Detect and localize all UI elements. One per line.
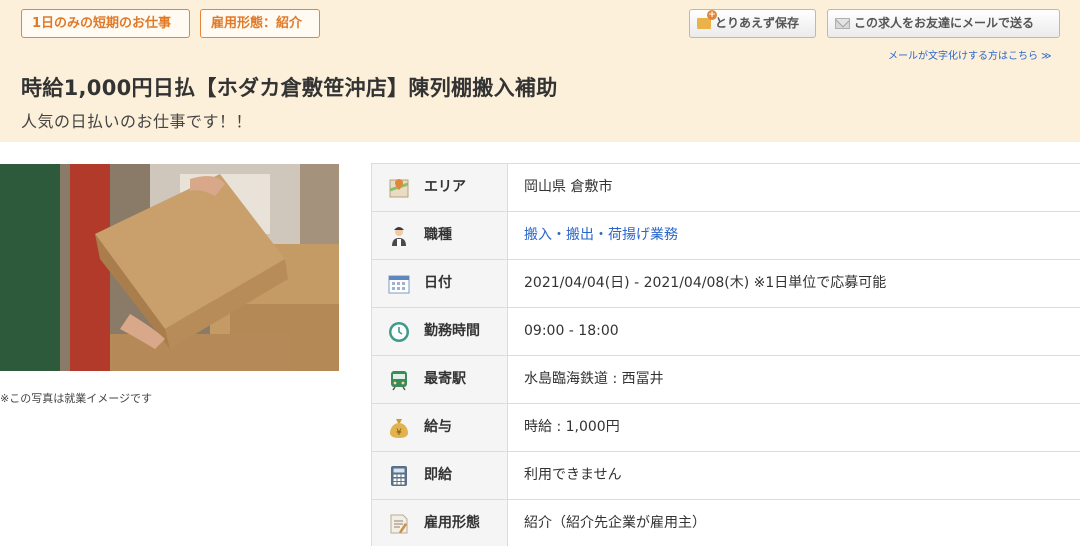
job-image	[0, 164, 339, 371]
detail-value: 水島臨海鉄道 : 西冨井	[524, 371, 664, 387]
detail-label: エリア	[424, 179, 466, 195]
detail-header-cell: 日付	[371, 260, 508, 307]
detail-header-cell: 雇用形態	[371, 500, 508, 546]
envelope-icon	[835, 18, 850, 29]
clock-icon	[389, 322, 409, 342]
contract-icon	[390, 514, 408, 534]
detail-row-station: 最寄駅 水島臨海鉄道 : 西冨井	[371, 355, 1080, 403]
detail-label: 即給	[424, 467, 452, 483]
photo-caption: ※この写真は就業イメージです	[0, 392, 152, 405]
worker-icon	[392, 227, 406, 246]
detail-value: 利用できません	[524, 467, 622, 483]
short-term-tag: 1日のみの短期のお仕事	[21, 9, 190, 38]
detail-label: 職種	[424, 227, 452, 243]
map-icon	[389, 179, 409, 198]
detail-label: 勤務時間	[424, 323, 480, 339]
save-job-label: とりあえず保存	[715, 16, 800, 30]
email-friend-button[interactable]: この求人をお友達にメールで送る	[827, 9, 1060, 38]
svg-text:¥: ¥	[396, 428, 402, 438]
detail-label: 最寄駅	[424, 371, 466, 387]
detail-label: 雇用形態	[424, 515, 480, 531]
job-title: 時給1,000円日払【ホダカ倉敷笹沖店】陳列棚搬入補助	[21, 76, 558, 100]
detail-row-area: エリア 岡山県 倉敷市	[371, 163, 1080, 211]
detail-value: 紹介（紹介先企業が雇用主）	[524, 515, 706, 531]
detail-row-date: 日付 2021/04/04(日) - 2021/04/08(木) ※1日単位で応…	[371, 259, 1080, 307]
detail-header-cell: 職種	[371, 212, 508, 259]
employment-type-tag: 雇用形態：紹介	[200, 9, 320, 38]
calculator-icon	[391, 466, 407, 486]
save-job-button[interactable]: とりあえず保存	[689, 9, 816, 38]
train-icon	[391, 371, 407, 391]
job-subtitle: 人気の日払いのお仕事です！！	[21, 112, 253, 131]
detail-value: 時給 : 1,000円	[524, 419, 620, 435]
calendar-icon	[388, 275, 410, 294]
detail-row-instant-pay: 即給 利用できません	[371, 451, 1080, 499]
detail-label: 日付	[424, 275, 452, 291]
job-type-link[interactable]: 搬入・搬出・荷揚げ業務	[524, 212, 678, 259]
mail-garbled-help-link[interactable]: メールが文字化けする方はこちら ≫	[888, 47, 1052, 62]
detail-row-hours: 勤務時間 09:00 - 18:00	[371, 307, 1080, 355]
detail-row-salary: ¥ 給与 時給 : 1,000円	[371, 403, 1080, 451]
folder-add-icon	[697, 10, 717, 29]
detail-header-cell: 勤務時間	[371, 308, 508, 355]
detail-row-job-type: 職種 搬入・搬出・荷揚げ業務	[371, 211, 1080, 259]
job-header: 1日のみの短期のお仕事 雇用形態：紹介 とりあえず保存 この求人をお友達にメール…	[0, 0, 1080, 142]
money-bag-icon: ¥	[390, 419, 408, 438]
detail-header-cell: 最寄駅	[371, 356, 508, 403]
detail-header-cell: 即給	[371, 452, 508, 499]
detail-value: 2021/04/04(日) - 2021/04/08(木) ※1日単位で応募可能	[524, 275, 887, 291]
detail-value: 09:00 - 18:00	[524, 323, 619, 339]
detail-value: 岡山県 倉敷市	[524, 179, 613, 195]
detail-header-cell: ¥ 給与	[371, 404, 508, 451]
email-friend-label: この求人をお友達にメールで送る	[854, 16, 1035, 30]
detail-label: 給与	[424, 419, 452, 435]
detail-header-cell: エリア	[371, 164, 508, 211]
detail-row-employment: 雇用形態 紹介（紹介先企業が雇用主）	[371, 499, 1080, 546]
